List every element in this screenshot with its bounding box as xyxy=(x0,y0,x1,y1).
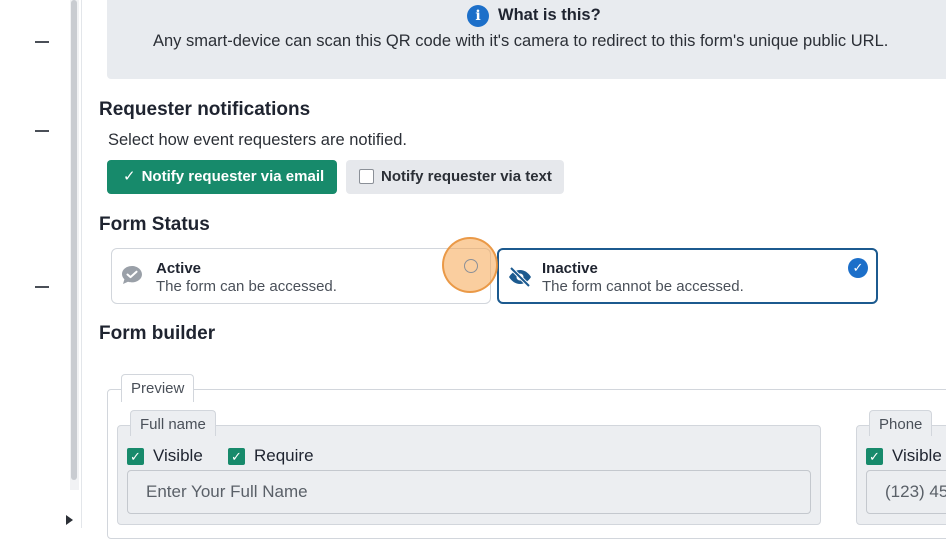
notify-email-toggle[interactable]: ✓ Notify requester via email xyxy=(107,160,337,194)
scrollbar-thumb[interactable] xyxy=(71,0,77,480)
left-rail xyxy=(0,0,82,528)
visible-label: Visible xyxy=(153,446,203,465)
field-tab-phone: Phone xyxy=(869,410,933,436)
notify-text-toggle[interactable]: Notify requester via text xyxy=(346,160,564,194)
info-title: What is this? xyxy=(498,6,601,24)
phone-visible-checkbox[interactable]: ✓ xyxy=(866,448,883,465)
status-active-title: Active xyxy=(156,260,202,277)
notifications-subtitle: Select how event requesters are notified… xyxy=(108,131,408,149)
require-checkbox[interactable]: ✓ xyxy=(228,448,245,465)
expand-arrow-icon[interactable] xyxy=(66,515,73,525)
form-status-title: Form Status xyxy=(99,214,210,235)
status-inactive-description: The form cannot be accessed. xyxy=(542,278,744,295)
info-text: Any smart-device can scan this QR code w… xyxy=(153,32,889,50)
notify-email-label: Notify requester via email xyxy=(141,168,325,185)
collapse-dash-icon[interactable] xyxy=(35,41,49,43)
collapse-dash-icon[interactable] xyxy=(35,286,49,288)
eye-slash-icon xyxy=(509,266,531,288)
chat-bubble-check-icon xyxy=(122,266,142,284)
phone-visible-label: Visible xyxy=(892,446,942,465)
status-inactive-title: Inactive xyxy=(542,260,598,277)
requester-notifications-title: Requester notifications xyxy=(99,99,311,120)
radio-unselected-icon[interactable] xyxy=(464,259,478,273)
field-tab-full-name: Full name xyxy=(130,410,216,436)
info-icon: i xyxy=(467,5,489,27)
notify-text-label: Notify requester via text xyxy=(381,168,552,185)
status-option-active[interactable]: Active The form can be accessed. xyxy=(111,248,491,304)
require-label: Require xyxy=(254,446,314,465)
form-builder-title: Form builder xyxy=(99,323,216,344)
visible-checkbox[interactable]: ✓ xyxy=(127,448,144,465)
status-option-inactive[interactable]: Inactive The form cannot be accessed. ✓ xyxy=(497,248,878,304)
full-name-input[interactable]: Enter Your Full Name xyxy=(127,470,811,514)
status-active-description: The form can be accessed. xyxy=(156,278,337,295)
qr-info-box: i What is this? Any smart-device can sca… xyxy=(107,0,946,79)
selected-check-icon: ✓ xyxy=(848,258,868,278)
phone-input[interactable]: (123) 456-7890 xyxy=(866,470,946,514)
check-icon: ✓ xyxy=(123,168,136,185)
preview-label: Preview xyxy=(121,374,195,402)
collapse-dash-icon[interactable] xyxy=(35,130,49,132)
unchecked-box-icon xyxy=(359,169,374,184)
